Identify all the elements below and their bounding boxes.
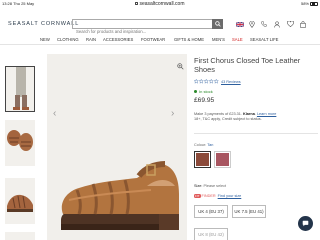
user-icon [274,20,280,28]
nav-item-mens[interactable]: MEN'S [212,37,225,42]
thumbnail-shoes-image [7,130,33,151]
colour-swatch-tan[interactable] [194,151,211,168]
star-icon [209,79,214,84]
phone-icon [261,21,267,27]
uk-flag-icon [236,21,244,27]
thumbnail-side-image [7,194,33,212]
thumbnail-model-image [13,67,29,110]
product-thumbnail-4[interactable] [5,232,35,240]
star-icon [194,79,199,84]
battery-icon [310,1,318,6]
colour-label: Colour: Tan [194,143,214,147]
klarna-logo: Klarna [242,112,255,116]
star-rating[interactable] [194,79,219,84]
chat-icon [302,220,309,227]
nav-item-rain[interactable]: RAIN [86,37,96,42]
arrow-left-icon: ‹ [53,108,57,119]
next-image-button[interactable]: › [171,108,174,119]
klarna-info: Make 3 payments of £23.31. Klarna. Learn… [194,112,277,122]
star-icon [204,79,209,84]
star-icon [214,79,219,84]
heart-icon [286,21,294,27]
url-text: seasaltcornwall.com [139,1,185,7]
nav-item-accessories[interactable]: ACCESSORIES [103,37,133,42]
country-selector[interactable] [235,19,245,29]
search-icon [214,21,221,27]
product-thumbnail-2[interactable] [5,120,35,166]
colour-swatch-plum[interactable] [214,151,231,168]
nav-item-seasalt-life[interactable]: SEASALT LIFE [250,37,278,42]
site-logo[interactable]: SEASALT CORNWALL [8,21,79,27]
search-button[interactable] [212,19,223,29]
nav-item-footwear[interactable]: FOOTWEAR [141,37,165,42]
basket-button[interactable] [298,19,308,29]
product-title: First Chorus Closed Toe Leather Shoes [194,56,301,74]
find-your-size-link[interactable]: Find your size [218,194,242,198]
product-price: £69.95 [194,97,215,104]
size-option-uk7-5[interactable]: UK 7.5 (EU 41) [232,205,266,218]
product-thumbnail-3[interactable] [5,178,35,224]
account-button[interactable] [272,19,282,29]
nav-item-clothing[interactable]: CLOTHING [57,37,79,42]
nav-item-gifts-home[interactable]: GIFTS & HOME [174,37,204,42]
address-bar[interactable]: seasaltcornwall.com [0,1,320,7]
nav-item-sale[interactable]: SALE [232,37,243,42]
contact-button[interactable] [259,19,269,29]
star-icon [199,79,204,84]
battery-status: 58% [301,1,318,6]
size-option-uk8[interactable]: UK 8 (EU 42) [194,228,228,240]
status-bar: 13:28 Thu 25 May seasaltcornwall.com 58% [0,0,320,8]
wishlist-button[interactable] [285,19,295,29]
arrow-right-icon: › [171,108,175,119]
stock-status: In stock [194,89,213,94]
size-option-uk4[interactable]: UK 4 (EU 37) [194,205,228,218]
location-icon [249,20,255,28]
colour-value: Tan [207,143,214,147]
product-thumbnail-1[interactable] [5,66,35,112]
size-label: Size: Please select [194,184,227,188]
zoom-icon [177,63,184,70]
chat-button[interactable] [298,216,313,231]
fit-finder[interactable]: FIT FINDER Find your size [194,194,241,198]
shoe-image [61,161,179,230]
store-locator-button[interactable] [247,19,257,29]
site-header: SEASALT CORNWALL [0,9,320,36]
zoom-button[interactable] [177,57,184,75]
reviews-link[interactable]: 43 Reviews [221,80,241,84]
klarna-learn-more-link[interactable]: Learn more [257,112,276,116]
main-navigation: NEW CLOTHING RAIN ACCESSORIES FOOTWEAR G… [0,34,320,45]
prev-image-button[interactable]: ‹ [53,108,56,119]
nav-item-new[interactable]: NEW [40,37,50,42]
search-box[interactable] [72,19,212,36]
in-stock-icon [194,90,197,93]
divider [194,133,318,134]
fit-finder-logo: FIT [194,194,201,198]
main-product-image[interactable] [47,54,187,240]
bag-icon [300,20,306,28]
